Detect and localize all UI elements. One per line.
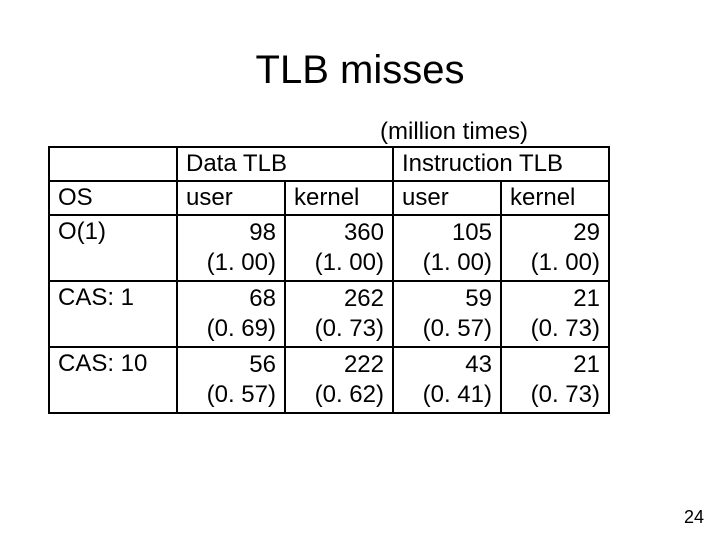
col-header-os: OS bbox=[49, 181, 177, 215]
ratio: (0. 69) bbox=[207, 315, 276, 342]
table-row: CAS: 10 56 (0. 57) 222 (0. 62) 43 (0. 41… bbox=[49, 347, 609, 413]
ratio: (0. 73) bbox=[531, 381, 600, 408]
ratio: (0. 57) bbox=[423, 315, 492, 342]
ratio: (1. 00) bbox=[423, 249, 492, 276]
cell-data-user: 68 (0. 69) bbox=[177, 281, 285, 347]
table-row: CAS: 1 68 (0. 69) 262 (0. 73) 59 (0. 57)… bbox=[49, 281, 609, 347]
cell-os: CAS: 10 bbox=[49, 347, 177, 413]
value: 98 bbox=[249, 219, 276, 246]
slide: TLB misses (million times) Data TLB Inst… bbox=[0, 0, 720, 540]
value: 59 bbox=[465, 285, 492, 312]
col-header-instr-kernel: kernel bbox=[501, 181, 609, 215]
page-number: 24 bbox=[684, 507, 704, 528]
cell-instr-kernel: 21 (0. 73) bbox=[501, 281, 609, 347]
ratio: (0. 62) bbox=[315, 381, 384, 408]
value: 21 bbox=[573, 351, 600, 378]
cell-data-kernel: 222 (0. 62) bbox=[285, 347, 393, 413]
table-group-header-row: Data TLB Instruction TLB bbox=[49, 147, 609, 181]
col-header-data-kernel: kernel bbox=[285, 181, 393, 215]
cell-os: CAS: 1 bbox=[49, 281, 177, 347]
group-header-blank bbox=[49, 147, 177, 181]
value: 222 bbox=[344, 351, 384, 378]
value: 68 bbox=[249, 285, 276, 312]
group-header-instruction-tlb: Instruction TLB bbox=[393, 147, 609, 181]
cell-data-user: 98 (1. 00) bbox=[177, 215, 285, 281]
cell-instr-kernel: 21 (0. 73) bbox=[501, 347, 609, 413]
cell-data-kernel: 360 (1. 00) bbox=[285, 215, 393, 281]
slide-title: TLB misses bbox=[0, 48, 720, 93]
value: 21 bbox=[573, 285, 600, 312]
ratio: (0. 73) bbox=[531, 315, 600, 342]
value: 262 bbox=[344, 285, 384, 312]
ratio: (1. 00) bbox=[315, 249, 384, 276]
value: 43 bbox=[465, 351, 492, 378]
table-column-header-row: OS user kernel user kernel bbox=[49, 181, 609, 215]
value: 105 bbox=[452, 219, 492, 246]
ratio: (1. 00) bbox=[531, 249, 600, 276]
ratio: (0. 73) bbox=[315, 315, 384, 342]
ratio: (0. 41) bbox=[423, 381, 492, 408]
ratio: (1. 00) bbox=[207, 249, 276, 276]
cell-os: O(1) bbox=[49, 215, 177, 281]
tlb-table: Data TLB Instruction TLB OS user kernel … bbox=[48, 146, 610, 414]
cell-instr-user: 43 (0. 41) bbox=[393, 347, 501, 413]
ratio: (0. 57) bbox=[207, 381, 276, 408]
cell-instr-user: 105 (1. 00) bbox=[393, 215, 501, 281]
col-header-instr-user: user bbox=[393, 181, 501, 215]
col-header-data-user: user bbox=[177, 181, 285, 215]
group-header-data-tlb: Data TLB bbox=[177, 147, 393, 181]
units-label: (million times) bbox=[380, 118, 528, 146]
value: 29 bbox=[573, 219, 600, 246]
cell-data-kernel: 262 (0. 73) bbox=[285, 281, 393, 347]
value: 56 bbox=[249, 351, 276, 378]
cell-instr-user: 59 (0. 57) bbox=[393, 281, 501, 347]
cell-data-user: 56 (0. 57) bbox=[177, 347, 285, 413]
cell-instr-kernel: 29 (1. 00) bbox=[501, 215, 609, 281]
table-row: O(1) 98 (1. 00) 360 (1. 00) 105 (1. 00) … bbox=[49, 215, 609, 281]
value: 360 bbox=[344, 219, 384, 246]
